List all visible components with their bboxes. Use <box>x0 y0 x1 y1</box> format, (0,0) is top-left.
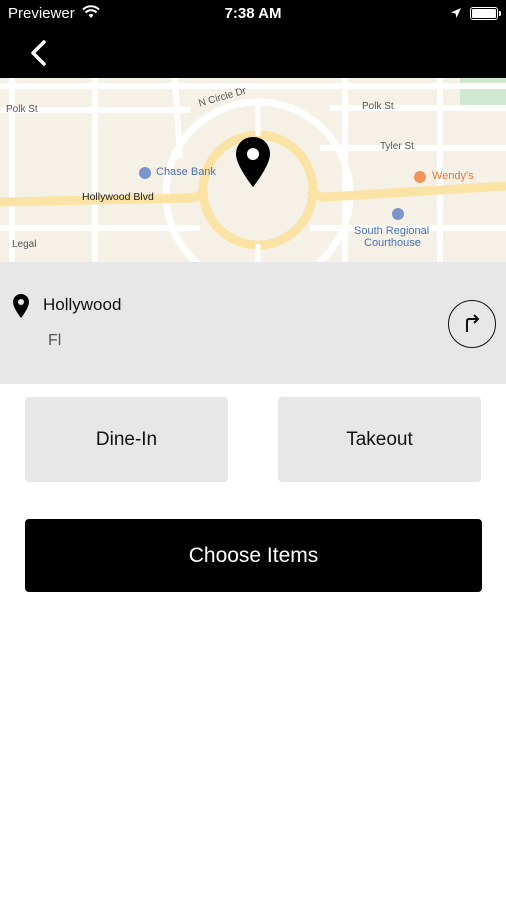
map-label-polk-st: Polk St <box>6 104 38 115</box>
choose-items-button[interactable]: Choose Items <box>25 519 482 592</box>
map-label-south-regional: South Regional <box>354 225 430 237</box>
battery-icon <box>470 7 501 20</box>
chevron-left-icon <box>31 40 46 66</box>
back-button[interactable] <box>22 36 56 70</box>
map-pin-icon <box>236 137 270 187</box>
map-label-wendys: Wendy's <box>432 170 474 182</box>
takeout-button[interactable]: Takeout <box>278 397 481 482</box>
map-label-polk-st-east: Polk St <box>362 101 394 112</box>
directions-button[interactable] <box>448 300 496 348</box>
map-label-hollywood-blvd: Hollywood Blvd <box>82 191 154 203</box>
status-bar: Previewer 7:38 AM <box>0 0 506 28</box>
map-label-courthouse: Courthouse <box>364 237 421 249</box>
clock: 7:38 AM <box>224 5 282 22</box>
dine-in-button[interactable]: Dine-In <box>25 397 228 482</box>
location-state: Fl <box>48 332 62 349</box>
location-arrow-icon <box>451 8 461 18</box>
navigation-bar <box>0 28 506 78</box>
map-label-chase-bank: Chase Bank <box>156 166 216 178</box>
map-label-tyler-st: Tyler St <box>380 141 414 152</box>
location-name: Hollywood <box>43 295 122 314</box>
turn-right-arrow-icon <box>466 314 480 332</box>
map-legal-link[interactable]: Legal <box>12 239 36 250</box>
location-pin-icon <box>13 294 29 318</box>
location-panel: Hollywood Fl <box>0 262 506 384</box>
